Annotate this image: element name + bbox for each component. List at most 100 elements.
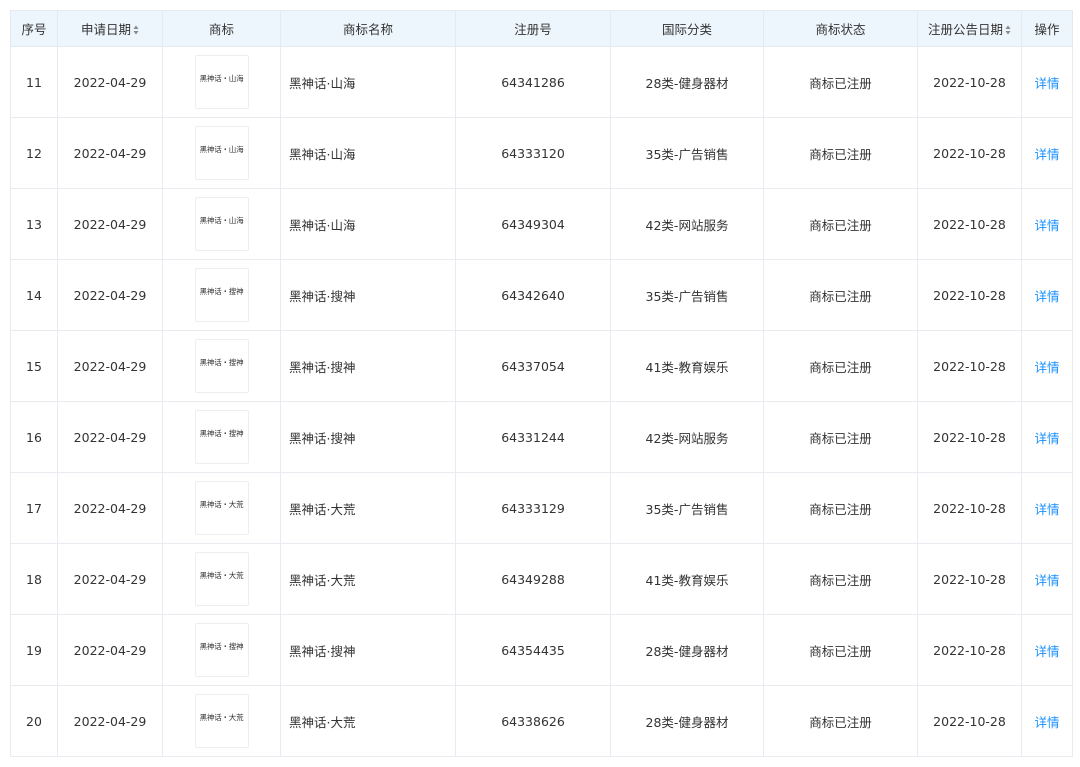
- sort-icon[interactable]: [133, 25, 139, 35]
- detail-link[interactable]: 详情: [1034, 360, 1059, 375]
- cell-seq: 17: [10, 472, 58, 544]
- cell-seq: 13: [10, 188, 58, 260]
- header-name-label: 商标名称: [342, 22, 393, 37]
- detail-link[interactable]: 详情: [1034, 431, 1059, 446]
- trademark-logo-image[interactable]: 黑神话・搜神: [194, 268, 249, 322]
- cell-pub-date: 2022-10-28: [917, 188, 1022, 260]
- cell-logo: 黑神话・山海: [162, 46, 281, 118]
- cell-status: 商标已注册: [763, 259, 918, 331]
- table-row: 13 2022-04-29 黑神话・山海 黑神话·山海 64349304 42类…: [10, 188, 1073, 260]
- table-row: 14 2022-04-29 黑神话・搜神 黑神话·搜神 64342640 35类…: [10, 259, 1073, 331]
- header-intl-class: 国际分类: [610, 10, 764, 47]
- cell-pub-date: 2022-10-28: [917, 401, 1022, 473]
- cell-action: 详情: [1021, 685, 1073, 757]
- cell-status: 商标已注册: [763, 614, 918, 686]
- table-row: 12 2022-04-29 黑神话・山海 黑神话·山海 64333120 35类…: [10, 117, 1073, 189]
- detail-link[interactable]: 详情: [1034, 502, 1059, 517]
- trademark-logo-image[interactable]: 黑神话・大荒: [194, 481, 249, 535]
- cell-status: 商标已注册: [763, 188, 918, 260]
- detail-link[interactable]: 详情: [1034, 573, 1059, 588]
- cell-reg-no: 64354435: [455, 614, 611, 686]
- cell-reg-no: 64342640: [455, 259, 611, 331]
- cell-status: 商标已注册: [763, 472, 918, 544]
- cell-seq: 15: [10, 330, 58, 402]
- table-row: 16 2022-04-29 黑神话・搜神 黑神话·搜神 64331244 42类…: [10, 401, 1073, 473]
- table-row: 15 2022-04-29 黑神话・搜神 黑神话·搜神 64337054 41类…: [10, 330, 1073, 402]
- cell-name: 黑神话·搜神: [280, 614, 456, 686]
- trademark-logo-text: 黑神话・山海: [199, 145, 244, 154]
- header-row: 序号 申请日期 商标 商标名称 注册号 国际分类 商标状态 注册公告日期 操作: [10, 10, 1073, 47]
- header-status-label: 商标状态: [815, 22, 866, 37]
- detail-link[interactable]: 详情: [1034, 147, 1059, 162]
- cell-reg-no: 64349288: [455, 543, 611, 615]
- trademark-logo-image[interactable]: 黑神话・山海: [194, 55, 249, 109]
- cell-seq: 12: [10, 117, 58, 189]
- header-action-label: 操作: [1034, 22, 1060, 37]
- trademark-logo-image[interactable]: 黑神话・大荒: [194, 694, 249, 748]
- cell-pub-date: 2022-10-28: [917, 614, 1022, 686]
- trademark-logo-image[interactable]: 黑神话・山海: [194, 126, 249, 180]
- cell-name: 黑神话·大荒: [280, 472, 456, 544]
- detail-link[interactable]: 详情: [1034, 76, 1059, 91]
- cell-reg-no: 64349304: [455, 188, 611, 260]
- table-header: 序号 申请日期 商标 商标名称 注册号 国际分类 商标状态 注册公告日期 操作: [10, 10, 1073, 47]
- cell-logo: 黑神话・搜神: [162, 614, 281, 686]
- sort-icon[interactable]: [1005, 25, 1011, 35]
- cell-apply-date: 2022-04-29: [57, 401, 163, 473]
- table-row: 19 2022-04-29 黑神话・搜神 黑神话·搜神 64354435 28类…: [10, 614, 1073, 686]
- header-logo-label: 商标: [208, 22, 234, 37]
- detail-link[interactable]: 详情: [1034, 715, 1059, 730]
- table-row: 17 2022-04-29 黑神话・大荒 黑神话·大荒 64333129 35类…: [10, 472, 1073, 544]
- cell-action: 详情: [1021, 614, 1073, 686]
- cell-name: 黑神话·搜神: [280, 401, 456, 473]
- cell-pub-date: 2022-10-28: [917, 330, 1022, 402]
- cell-reg-no: 64341286: [455, 46, 611, 118]
- table-row: 18 2022-04-29 黑神话・大荒 黑神话·大荒 64349288 41类…: [10, 543, 1073, 615]
- detail-link[interactable]: 详情: [1034, 218, 1059, 233]
- cell-name: 黑神话·山海: [280, 117, 456, 189]
- cell-pub-date: 2022-10-28: [917, 259, 1022, 331]
- cell-seq: 11: [10, 46, 58, 118]
- cell-reg-no: 64331244: [455, 401, 611, 473]
- trademark-logo-image[interactable]: 黑神话・搜神: [194, 623, 249, 677]
- cell-apply-date: 2022-04-29: [57, 685, 163, 757]
- trademark-logo-image[interactable]: 黑神话・搜神: [194, 339, 249, 393]
- header-seq-label: 序号: [21, 22, 47, 37]
- cell-status: 商标已注册: [763, 543, 918, 615]
- trademark-logo-text: 黑神话・山海: [199, 74, 244, 83]
- detail-link[interactable]: 详情: [1034, 644, 1059, 659]
- cell-seq: 14: [10, 259, 58, 331]
- cell-status: 商标已注册: [763, 330, 918, 402]
- cell-name: 黑神话·大荒: [280, 685, 456, 757]
- cell-status: 商标已注册: [763, 401, 918, 473]
- cell-status: 商标已注册: [763, 46, 918, 118]
- cell-action: 详情: [1021, 330, 1073, 402]
- cell-logo: 黑神话・山海: [162, 117, 281, 189]
- trademark-logo-image[interactable]: 黑神话・搜神: [194, 410, 249, 464]
- detail-link[interactable]: 详情: [1034, 289, 1059, 304]
- cell-reg-no: 64333120: [455, 117, 611, 189]
- header-reg-no: 注册号: [455, 10, 611, 47]
- header-action: 操作: [1021, 10, 1073, 47]
- header-pub-date[interactable]: 注册公告日期: [917, 10, 1022, 47]
- cell-pub-date: 2022-10-28: [917, 117, 1022, 189]
- cell-logo: 黑神话・搜神: [162, 401, 281, 473]
- header-name: 商标名称: [280, 10, 456, 47]
- cell-intl-class: 28类-健身器材: [610, 46, 764, 118]
- cell-intl-class: 35类-广告销售: [610, 472, 764, 544]
- cell-name: 黑神话·搜神: [280, 330, 456, 402]
- trademark-logo-text: 黑神话・搜神: [199, 287, 244, 296]
- cell-intl-class: 28类-健身器材: [610, 685, 764, 757]
- cell-action: 详情: [1021, 543, 1073, 615]
- header-apply-date[interactable]: 申请日期: [57, 10, 163, 47]
- cell-logo: 黑神话・大荒: [162, 543, 281, 615]
- cell-action: 详情: [1021, 117, 1073, 189]
- cell-pub-date: 2022-10-28: [917, 543, 1022, 615]
- cell-status: 商标已注册: [763, 685, 918, 757]
- cell-seq: 18: [10, 543, 58, 615]
- trademark-logo-text: 黑神话・山海: [199, 216, 244, 225]
- trademark-table: 序号 申请日期 商标 商标名称 注册号 国际分类 商标状态 注册公告日期 操作 …: [10, 10, 1073, 757]
- trademark-logo-image[interactable]: 黑神话・大荒: [194, 552, 249, 606]
- header-pub-date-label: 注册公告日期: [927, 22, 1003, 37]
- trademark-logo-image[interactable]: 黑神话・山海: [194, 197, 249, 251]
